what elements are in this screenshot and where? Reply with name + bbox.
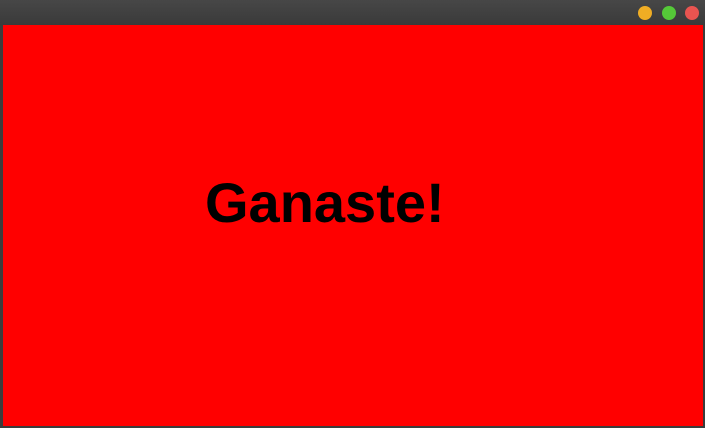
title-bar[interactable] xyxy=(0,0,705,25)
game-canvas: Ganaste! xyxy=(3,25,703,426)
close-button[interactable] xyxy=(685,6,699,20)
win-message: Ganaste! xyxy=(205,171,445,234)
minimize-button[interactable] xyxy=(638,6,652,20)
maximize-button[interactable] xyxy=(662,6,676,20)
